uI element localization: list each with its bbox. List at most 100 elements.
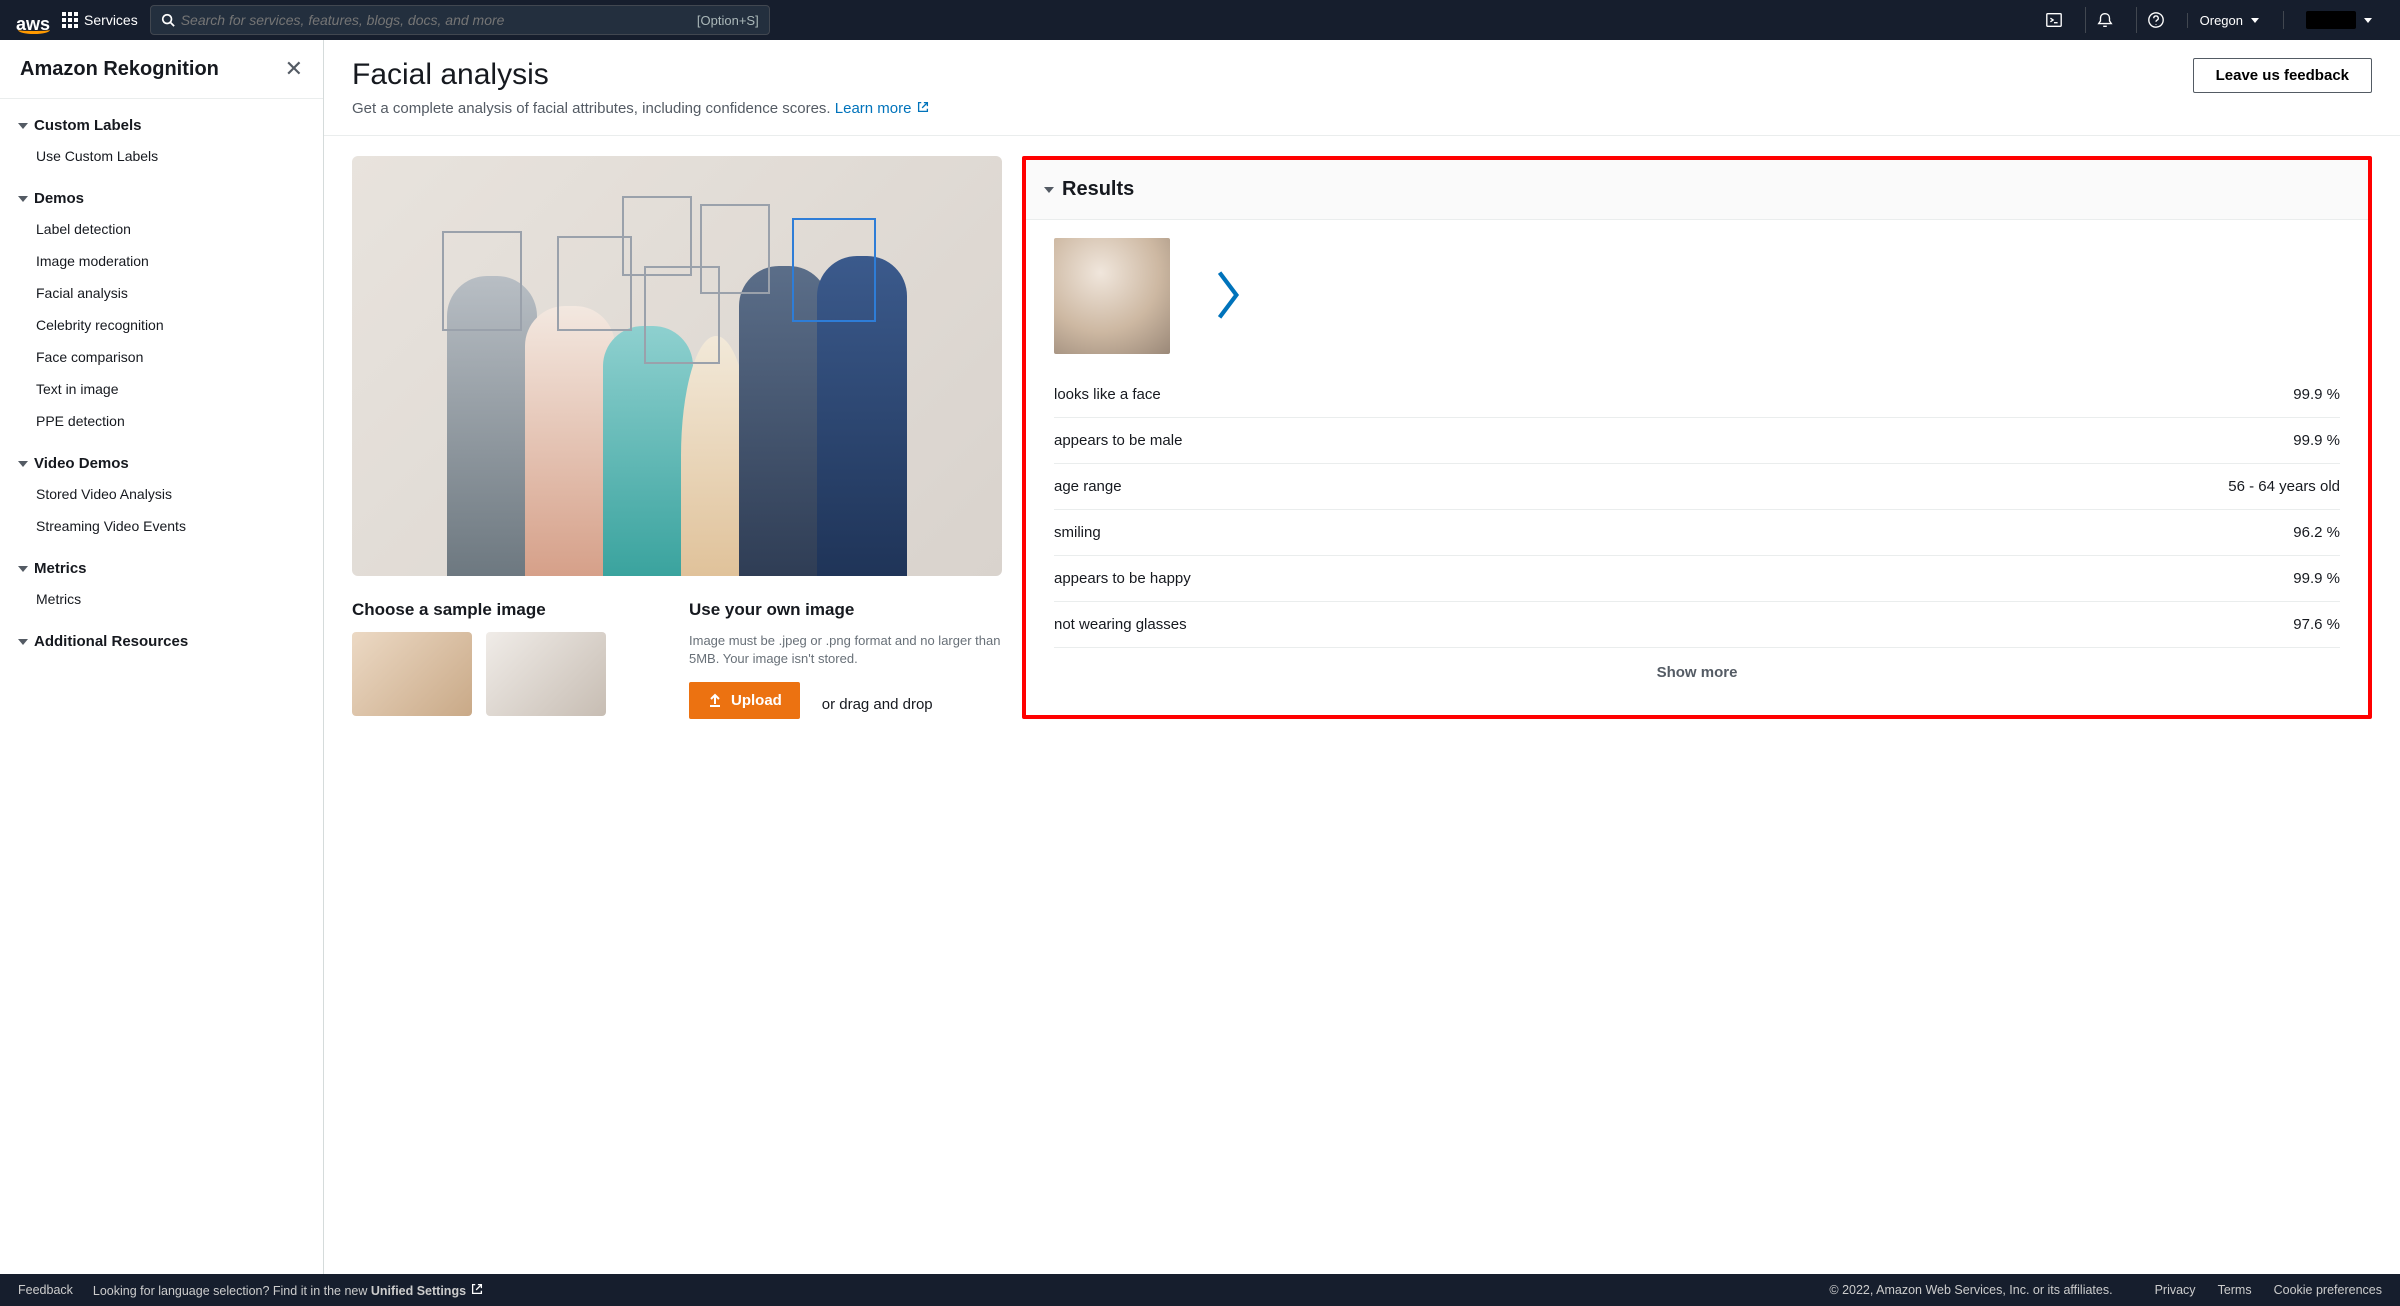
cloudshell-button[interactable] [2035, 7, 2073, 33]
external-link-icon [916, 100, 930, 114]
region-label: Oregon [2200, 13, 2243, 28]
feedback-button[interactable]: Leave us feedback [2193, 58, 2372, 93]
collapse-triangle-icon [18, 196, 28, 202]
attribute-value: 99.9 % [2293, 570, 2340, 587]
search-input[interactable] [181, 12, 697, 28]
attribute-label: age range [1054, 478, 1122, 495]
aws-logo[interactable]: aws [16, 6, 50, 35]
attribute-label: appears to be male [1054, 432, 1182, 449]
face-box[interactable] [622, 196, 692, 276]
help-button[interactable] [2136, 7, 2175, 33]
sidebar-section-additional-resources[interactable]: Additional Resources [18, 627, 305, 656]
result-attribute-row: appears to be happy 99.9 % [1054, 556, 2340, 602]
caret-down-icon [2251, 18, 2259, 23]
face-box[interactable] [442, 231, 522, 331]
region-selector[interactable]: Oregon [2187, 13, 2271, 28]
sidebar-section-metrics[interactable]: Metrics [18, 554, 305, 583]
external-link-icon [470, 1282, 484, 1296]
result-attribute-row: age range 56 - 64 years old [1054, 464, 2340, 510]
results-toggle[interactable]: Results [1026, 160, 2368, 220]
caret-down-icon [2364, 18, 2372, 23]
attribute-label: not wearing glasses [1054, 616, 1187, 633]
attribute-label: looks like a face [1054, 386, 1161, 403]
unified-settings-link[interactable]: Unified Settings [371, 1284, 484, 1298]
main-content: Facial analysis Get a complete analysis … [324, 40, 2400, 1274]
upload-button[interactable]: Upload [689, 682, 800, 719]
selected-face-thumbnail[interactable] [1054, 238, 1170, 354]
search-icon [161, 13, 175, 27]
cloudshell-icon [2045, 11, 2063, 29]
footer-lang-prompt: Looking for language selection? Find it … [93, 1282, 484, 1298]
analysis-image[interactable] [352, 156, 1002, 576]
bell-icon [2096, 11, 2114, 29]
sidebar-item-ppe-detection[interactable]: PPE detection [18, 405, 305, 437]
collapse-triangle-icon [18, 566, 28, 572]
show-more-button[interactable]: Show more [1054, 648, 2340, 687]
account-menu[interactable] [2283, 11, 2384, 29]
attribute-label: smiling [1054, 524, 1101, 541]
global-search[interactable]: [Option+S] [150, 5, 770, 35]
page-subtitle: Get a complete analysis of facial attrib… [352, 100, 930, 117]
sample-thumbnail[interactable] [486, 632, 606, 716]
search-shortcut: [Option+S] [697, 13, 759, 28]
upload-icon [707, 693, 723, 709]
service-title: Amazon Rekognition [20, 58, 219, 81]
sidebar-item-facial-analysis[interactable]: Facial analysis [18, 277, 305, 309]
result-attribute-row: looks like a face 99.9 % [1054, 372, 2340, 418]
sidebar-item-text-in-image[interactable]: Text in image [18, 373, 305, 405]
footer-link-privacy[interactable]: Privacy [2155, 1283, 2196, 1297]
account-name-redacted [2306, 11, 2356, 29]
footer-link-terms[interactable]: Terms [2218, 1283, 2252, 1297]
console-footer: Feedback Looking for language selection?… [0, 1274, 2400, 1306]
attribute-value: 99.9 % [2293, 432, 2340, 449]
face-box[interactable] [700, 204, 770, 294]
page-title: Facial analysis [352, 58, 930, 92]
sidebar-item-image-moderation[interactable]: Image moderation [18, 245, 305, 277]
footer-link-cookie-preferences[interactable]: Cookie preferences [2274, 1283, 2382, 1297]
sidebar-section-demos[interactable]: Demos [18, 184, 305, 213]
services-grid-icon [62, 12, 78, 28]
close-icon[interactable]: ✕ [285, 56, 303, 82]
attribute-value: 96.2 % [2293, 524, 2340, 541]
face-box-selected[interactable] [792, 218, 876, 322]
attribute-value: 56 - 64 years old [2228, 478, 2340, 495]
notifications-button[interactable] [2085, 7, 2124, 33]
learn-more-link[interactable]: Learn more [835, 100, 930, 117]
own-image-heading: Use your own image [689, 600, 1002, 620]
results-panel: Results looks like a face99.9 %appears t… [1022, 156, 2372, 719]
face-box[interactable] [557, 236, 632, 331]
sample-heading: Choose a sample image [352, 600, 665, 620]
sidebar-item-streaming-video-events[interactable]: Streaming Video Events [18, 510, 305, 542]
footer-copyright: © 2022, Amazon Web Services, Inc. or its… [1829, 1283, 2112, 1297]
sidebar-item-metrics[interactable]: Metrics [18, 583, 305, 615]
attribute-value: 99.9 % [2293, 386, 2340, 403]
result-attribute-row: not wearing glasses 97.6 % [1054, 602, 2340, 648]
aws-top-nav: aws Services [Option+S] Oregon [0, 0, 2400, 40]
collapse-triangle-icon [18, 639, 28, 645]
services-label: Services [84, 12, 138, 28]
next-face-button[interactable] [1214, 267, 1242, 326]
sidebar-section-custom-labels[interactable]: Custom Labels [18, 111, 305, 140]
sidebar-item-face-comparison[interactable]: Face comparison [18, 341, 305, 373]
chevron-right-icon [1214, 267, 1242, 323]
collapse-triangle-icon [18, 461, 28, 467]
help-icon [2147, 11, 2165, 29]
sidebar-item-stored-video-analysis[interactable]: Stored Video Analysis [18, 478, 305, 510]
attribute-value: 97.6 % [2293, 616, 2340, 633]
results-heading: Results [1062, 178, 1134, 201]
sample-thumbnail[interactable] [352, 632, 472, 716]
collapse-triangle-icon [1044, 187, 1054, 193]
result-attribute-row: appears to be male 99.9 % [1054, 418, 2340, 464]
drag-drop-label: or drag and drop [822, 696, 933, 713]
collapse-triangle-icon [18, 123, 28, 129]
sidebar-item-label-detection[interactable]: Label detection [18, 213, 305, 245]
sidebar-item-celebrity-recognition[interactable]: Celebrity recognition [18, 309, 305, 341]
result-attribute-row: smiling 96.2 % [1054, 510, 2340, 556]
attribute-label: appears to be happy [1054, 570, 1191, 587]
footer-feedback-link[interactable]: Feedback [18, 1283, 73, 1297]
services-menu-button[interactable]: Services [62, 12, 138, 28]
sidebar-item-use-custom-labels[interactable]: Use Custom Labels [18, 140, 305, 172]
sidebar-section-video-demos[interactable]: Video Demos [18, 449, 305, 478]
upload-help-text: Image must be .jpeg or .png format and n… [689, 632, 1002, 668]
service-sidebar: Amazon Rekognition ✕ Custom LabelsUse Cu… [0, 40, 324, 1274]
